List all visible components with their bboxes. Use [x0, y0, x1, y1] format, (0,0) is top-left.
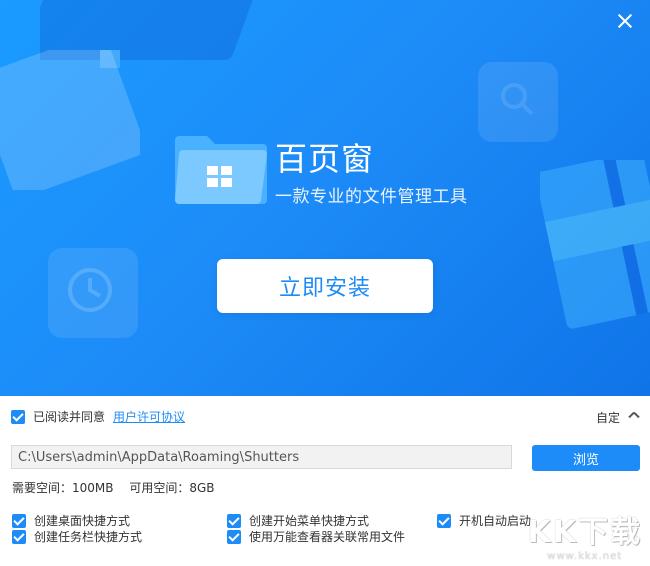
required-space: 需要空间：100MB	[12, 481, 114, 495]
install-path-field[interactable]: C:\Users\admin\AppData\Roaming\Shutters	[11, 445, 512, 469]
close-icon[interactable]	[614, 10, 636, 32]
browse-button[interactable]: 浏览	[532, 445, 640, 471]
clock-icon	[48, 248, 138, 338]
license-checkbox[interactable]	[11, 409, 25, 424]
checkbox-icon[interactable]	[437, 513, 451, 528]
notebook-deco-icon	[540, 160, 650, 329]
options-panel: 已阅读并同意 用户许可协议 自定 C:\Users\admin\AppData\…	[0, 396, 650, 566]
installer-window: 百页窗 一款专业的文件管理工具 立即安装 已阅读并同意 用户许可协议 自定 C:…	[0, 0, 650, 566]
license-row: 已阅读并同意 用户许可协议	[11, 408, 185, 425]
agree-text: 已阅读并同意	[33, 410, 106, 424]
option-file-association[interactable]: 使用万能查看器关联常用文件	[227, 528, 405, 545]
chevron-up-icon[interactable]	[628, 410, 640, 422]
hero-banner: 百页窗 一款专业的文件管理工具 立即安装	[0, 0, 650, 396]
option-label: 使用万能查看器关联常用文件	[249, 530, 406, 544]
watermark-url: www.kkx.net	[547, 551, 623, 562]
custom-install-toggle[interactable]: 自定	[596, 409, 620, 426]
watermark-logo: KK下载	[527, 515, 642, 550]
option-desktop-shortcut[interactable]: 创建桌面快捷方式	[12, 512, 130, 529]
option-autostart[interactable]: 开机自动启动	[437, 512, 531, 529]
search-icon	[478, 62, 558, 142]
disk-space-info: 需要空间：100MB 可用空间：8GB	[12, 479, 227, 496]
checkbox-icon[interactable]	[227, 529, 241, 544]
app-name: 百页窗	[275, 140, 375, 178]
keyboard-deco-icon	[0, 50, 140, 190]
checkbox-icon[interactable]	[227, 513, 241, 528]
app-slogan: 一款专业的文件管理工具	[275, 187, 468, 207]
option-label: 创建开始菜单快捷方式	[249, 514, 370, 528]
license-link[interactable]: 用户许可协议	[113, 408, 185, 425]
option-label: 创建任务栏快捷方式	[34, 530, 143, 544]
option-start-menu-shortcut[interactable]: 创建开始菜单快捷方式	[227, 512, 369, 529]
checkbox-icon[interactable]	[12, 529, 26, 544]
folder-app-icon	[175, 136, 267, 204]
available-space: 可用空间：8GB	[129, 481, 215, 495]
checkbox-icon[interactable]	[12, 513, 26, 528]
option-taskbar-shortcut[interactable]: 创建任务栏快捷方式	[12, 528, 142, 545]
option-label: 创建桌面快捷方式	[34, 514, 131, 528]
watermark: KK下载 www.kkx.net	[528, 507, 643, 562]
option-label: 开机自动启动	[459, 514, 532, 528]
install-button[interactable]: 立即安装	[217, 259, 433, 313]
